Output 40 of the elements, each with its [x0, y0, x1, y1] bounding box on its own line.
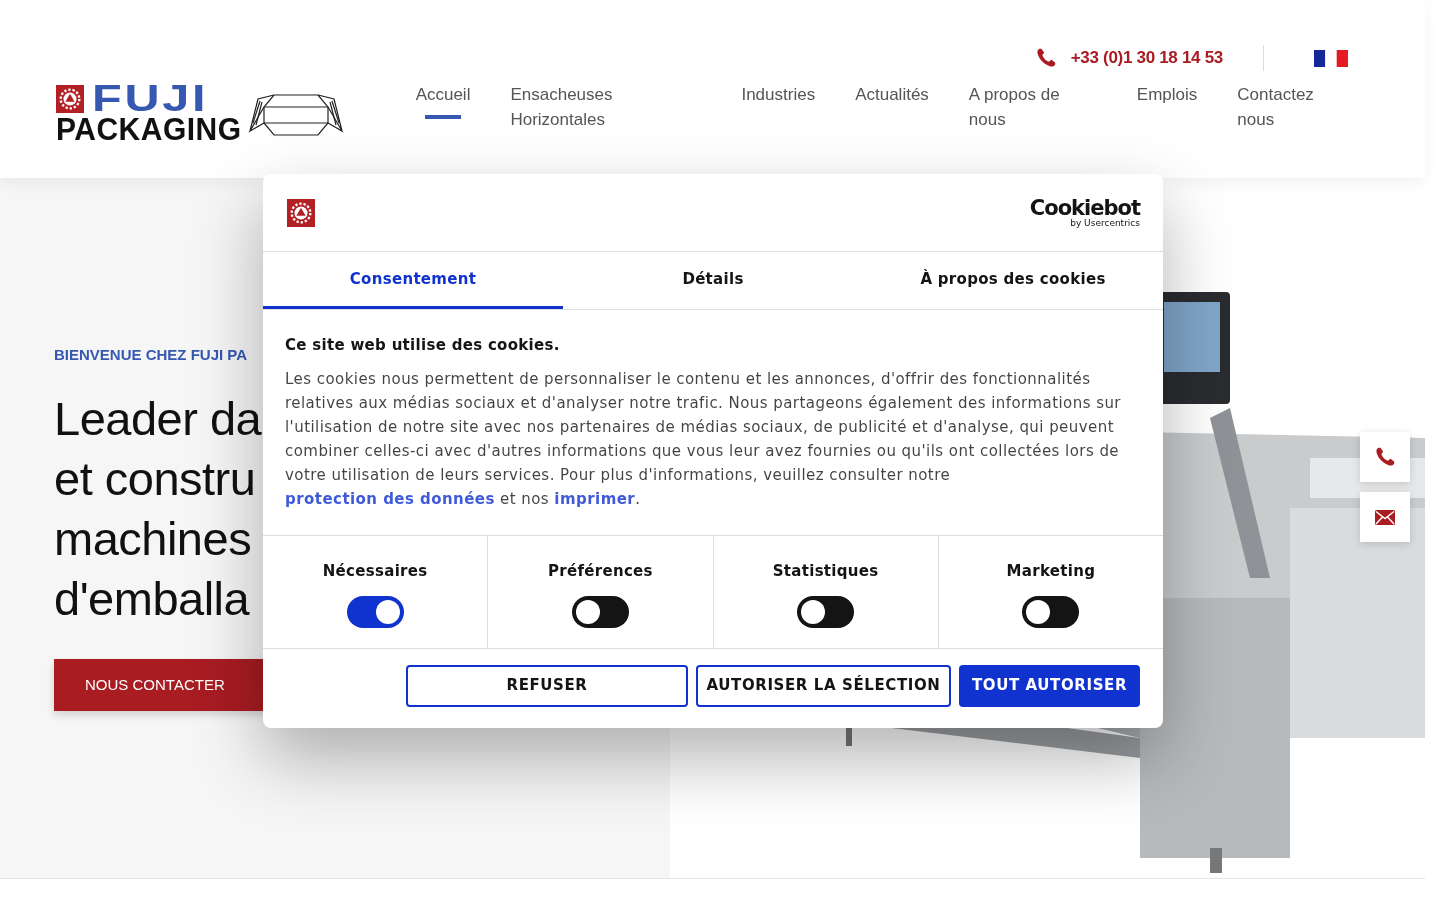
call-button[interactable]	[1360, 432, 1410, 482]
brand-logo-text: Cookiebot	[1029, 197, 1140, 219]
brand-tagline: by Usercentrics	[1070, 218, 1140, 228]
dialog-text: Les cookies nous permettent de personnaliser le contenu et les annonces, d'offrir des fonctionnalités relatives aux médias sociaux et d'analyser notre trafic. Nous partageons également des informations sur l'utilisation de notre site avec nos partenaires de médias sociaux, de publicité et d'analyse, qui peuvent combiner celles-ci avec d'autres informations que vous leur avez fournies ou qu'ils ont collectées lors de votre utilisation de leurs services. Pour plus d'informations, veuillez consulter notre protection des données et nos imprimer.	[285, 368, 1122, 510]
privacy-link[interactable]: protection des données	[285, 489, 495, 508]
category-label: Préférences	[547, 560, 653, 582]
nav-link[interactable]: Actualités	[855, 82, 929, 123]
pouch-icon	[247, 93, 344, 137]
dialog-tab[interactable]: À propos des cookies	[863, 252, 1163, 309]
toggle-switch[interactable]	[1022, 596, 1080, 628]
category-label: Marketing	[1006, 560, 1096, 582]
logo-text: PACKAGING	[56, 113, 242, 147]
dialog-heading: Ce site web utilise des cookies.	[285, 335, 561, 356]
nav-link[interactable]: Ensacheuses Horizontales	[510, 82, 702, 148]
nav-link[interactable]: A propos de nous	[968, 82, 1097, 148]
hero-title-line: machines	[54, 510, 253, 567]
envelope-icon	[1375, 509, 1395, 525]
logo-text: FUJI	[92, 84, 209, 114]
flag-icon[interactable]	[1314, 49, 1348, 67]
nav-link[interactable]: Emplois	[1136, 82, 1198, 123]
category-label: Statistiques	[772, 560, 879, 582]
nav-link[interactable]: Contactez nous	[1237, 82, 1318, 148]
gear-emblem-icon	[287, 198, 315, 227]
category-label: Nécessaires	[322, 560, 428, 582]
phone-icon	[1374, 446, 1396, 468]
dialog-tab[interactable]: Détails	[563, 252, 863, 309]
toggle-switch[interactable]	[346, 596, 404, 628]
phone-link[interactable]: +33 (0)1 30 18 14 53	[1070, 45, 1223, 71]
decline-button[interactable]: REFUSER	[406, 664, 688, 707]
toggle-switch[interactable]	[571, 596, 629, 628]
email-button[interactable]	[1360, 492, 1410, 542]
allow-selection-button[interactable]: AUTORISER LA SÉLECTION	[696, 664, 951, 707]
allow-all-button[interactable]: TOUT AUTORISER	[959, 664, 1140, 707]
hero-title-line: et constru	[54, 450, 257, 507]
imprint-link[interactable]: imprimer	[554, 489, 636, 508]
hero-title-line: d'emballa	[54, 570, 251, 627]
toggle-switch[interactable]	[797, 596, 855, 628]
dialog-tab[interactable]: Consentement	[263, 252, 563, 309]
gear-emblem-icon	[56, 85, 84, 113]
nav-link[interactable]: Industries	[741, 82, 816, 123]
